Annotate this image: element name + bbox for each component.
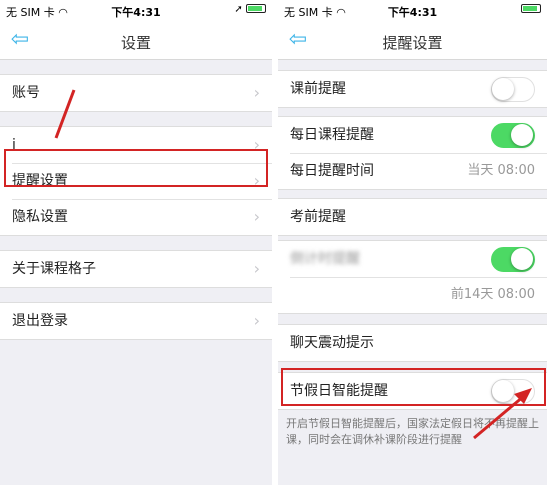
red-arrow-annotation — [473, 388, 532, 440]
red-arrow-annotation — [54, 89, 76, 139]
settings-group: 账号 › — [0, 74, 272, 112]
settings-group: 课前提醒 — [278, 70, 547, 108]
setting-row-before-class: 课前提醒 — [278, 71, 547, 107]
chevron-right-icon: › — [253, 259, 260, 278]
status-time: 下午4:31 — [111, 6, 161, 19]
toggle-daily[interactable] — [491, 123, 535, 148]
setting-row-daily-time[interactable]: 每日提醒时间 当天 08:00 — [278, 153, 547, 189]
setting-row-countdown-time[interactable]: 前14天 08:00 — [278, 277, 547, 313]
reminder-settings-screen: 无 SIM 卡 ◠ 下午4:31 ⇦ 提醒设置 课前提醒 每日课程提醒 每日提醒… — [278, 0, 547, 485]
setting-row-daily: 每日课程提醒 — [278, 117, 547, 153]
settings-item-privacy[interactable]: 隐私设置 › — [0, 199, 272, 235]
chevron-right-icon: › — [253, 311, 260, 330]
setting-row-countdown: 倒计时提醒 — [278, 241, 547, 277]
toggle-before-class[interactable] — [491, 77, 535, 102]
chevron-right-icon: › — [253, 207, 260, 226]
settings-group: 每日课程提醒 每日提醒时间 当天 08:00 — [278, 116, 547, 190]
page-title: 设置 — [120, 34, 151, 52]
settings-screen: 无 SIM 卡 ◠ 下午4:31 ➚ ⇦ 设置 账号 › i › 提醒设置 › 隐私设… — [0, 0, 272, 485]
settings-item-about[interactable]: 关于课程格子 › — [0, 251, 272, 287]
setting-row-exam[interactable]: 考前提醒 — [278, 199, 547, 235]
battery-icon — [521, 4, 541, 13]
settings-group: 考前提醒 — [278, 198, 547, 236]
settings-group: 倒计时提醒 前14天 08:00 — [278, 240, 547, 314]
status-time: 下午4:31 — [387, 6, 438, 19]
chevron-right-icon: › — [253, 83, 260, 102]
battery-icon — [246, 4, 266, 13]
status-bar: 无 SIM 卡 ◠ 下午4:31 ➚ — [0, 0, 272, 22]
settings-item-account[interactable]: 账号 › — [0, 75, 272, 111]
nav-bar: ⇦ 设置 — [0, 22, 272, 60]
setting-row-chat-vibrate: 聊天震动提示 — [290, 335, 374, 351]
status-bar: 无 SIM 卡 ◠ 下午4:31 — [278, 0, 547, 22]
settings-item-logout[interactable]: 退出登录 › — [0, 303, 272, 339]
daily-time-value: 当天 08:00 — [467, 163, 535, 178]
settings-group: 退出登录 › — [0, 302, 272, 340]
nav-bar: ⇦ 提醒设置 — [278, 22, 547, 60]
location-arrow-icon: ➚ — [234, 4, 243, 15]
settings-group: 关于课程格子 › — [0, 250, 272, 288]
settings-group: 聊天震动提示 — [278, 324, 547, 362]
page-title: 提醒设置 — [382, 34, 443, 52]
countdown-time-value: 前14天 08:00 — [450, 287, 535, 302]
highlight-box — [4, 149, 268, 187]
toggle-countdown[interactable] — [491, 247, 535, 272]
